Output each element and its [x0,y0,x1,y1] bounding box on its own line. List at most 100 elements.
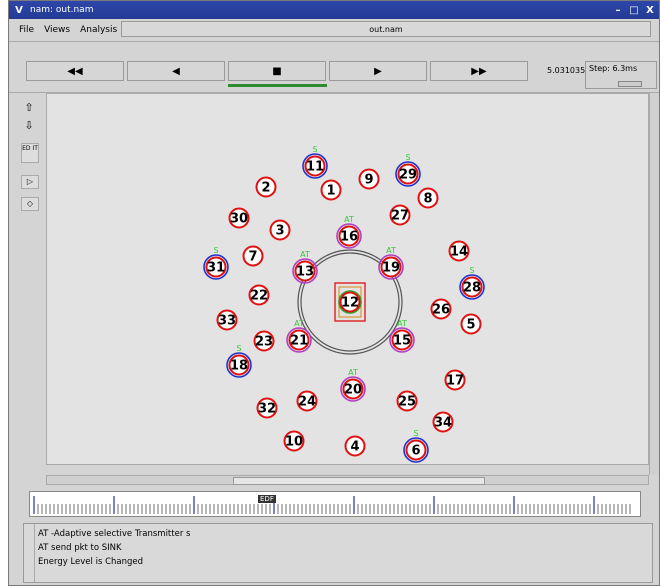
network-node[interactable]: 28 S [459,266,485,300]
network-node[interactable]: 10 [283,430,305,452]
menu-views[interactable]: Views [44,25,70,35]
node-tag-label: S [405,153,410,162]
network-node[interactable]: 9 [358,168,380,190]
network-node[interactable]: 18 S [226,344,252,378]
node-id-label: 11 [306,160,324,175]
node-id-label: 14 [450,245,468,260]
node-id-label: 13 [296,265,314,280]
file-name: out.nam [369,24,403,34]
node-id-label: 6 [411,444,420,459]
node-id-label: 8 [423,192,432,207]
node-id-label: 31 [207,261,225,276]
node-id-label: 15 [393,334,411,349]
step-back-button[interactable]: ◀ [127,61,225,81]
network-node[interactable]: 20 AT [340,368,366,402]
network-node[interactable]: 33 [216,309,238,331]
zoom-in-icon[interactable]: ⇧ [21,101,37,114]
network-node[interactable]: 23 [253,330,275,352]
node-tag-label: S [413,429,418,438]
network-node[interactable]: 5 [460,313,482,335]
network-node[interactable]: 24 [296,390,318,412]
network-node[interactable]: 22 [248,284,270,306]
node-tag-label: S [312,145,317,154]
time-slider[interactable]: EDF [29,491,641,517]
network-node[interactable]: 16 AT [336,215,362,249]
annotation-line: AT send pkt to SINK [38,543,122,553]
network-canvas[interactable]: 1 2 3 4 5 6 S 7 8 9 10 11 S 12 13 AT 14 15 AT 16 AT 17 18 S 19 AT… [46,93,649,465]
node-id-label: 29 [399,168,417,183]
stop-indicator [228,84,327,87]
zoom-out-icon[interactable]: ⇩ [21,119,37,132]
network-node[interactable]: 7 [242,245,264,267]
fast-forward-button[interactable]: ▶▶ [430,61,528,81]
scrollbar-thumb[interactable] [233,477,485,485]
node-tag-label: AT [300,250,310,259]
network-node[interactable]: 13 AT [292,250,318,284]
network-node[interactable]: 4 [344,435,366,457]
network-node[interactable]: 21 AT [286,319,312,353]
menu-analysis[interactable]: Analysis [80,25,117,35]
network-node[interactable]: 34 [432,411,454,433]
network-node[interactable]: 8 [417,187,439,209]
network-node[interactable]: 27 [389,204,411,226]
rewind-button[interactable]: ◀◀ [26,61,124,81]
network-node[interactable]: 31 S [203,246,229,280]
network-node[interactable]: 19 AT [378,246,404,280]
node-id-label: 30 [230,212,248,227]
step-slider[interactable] [618,81,642,87]
node-id-label: 22 [250,289,268,304]
file-name-display: out.nam [121,21,651,37]
node-id-label: 10 [285,435,303,450]
node-id-label: 28 [463,281,481,296]
simulation-time: 5.031035 [547,66,586,75]
network-node[interactable]: 12 [338,290,362,314]
network-node[interactable]: 17 [444,369,466,391]
node-id-label: 7 [248,250,257,265]
maximize-icon[interactable]: □ [627,3,641,17]
network-node[interactable]: 1 [320,179,342,201]
node-id-label: 23 [255,335,273,350]
timeline-marker: EDF [258,495,276,503]
stop-button[interactable]: ■ [228,61,326,81]
node-id-label: 34 [434,416,452,431]
network-node[interactable]: 25 [396,390,418,412]
network-node[interactable]: 29 S [395,153,421,187]
close-icon[interactable]: X [643,3,657,17]
network-node[interactable]: 14 [448,240,470,262]
node-id-label: 32 [258,402,276,417]
network-node[interactable]: 3 [269,219,291,241]
node-id-label: 21 [290,334,308,349]
window-menu-icon[interactable]: V [12,3,26,17]
network-node[interactable]: 2 [255,176,277,198]
node-id-label: 17 [446,374,464,389]
node-id-label: 18 [230,359,248,374]
network-node[interactable]: 26 [430,298,452,320]
vertical-scrollbar[interactable] [649,93,659,475]
tool-button-2[interactable]: ◇ [21,197,39,211]
node-id-label: 9 [364,173,373,188]
annotation-line: Energy Level is Changed [38,557,144,567]
node-tag-label: S [213,246,218,255]
edit-button[interactable]: ED IT [21,143,39,163]
menu-file[interactable]: File [19,25,34,35]
node-id-label: 5 [466,318,475,333]
annotation-scrollbar[interactable] [24,524,35,582]
network-topology: 123456S7891011S1213AT 1415AT16AT1718S19AT… [203,145,485,463]
node-id-label: 33 [218,314,236,329]
annotation-line: AT -Adaptive selective Transmitter s [38,529,191,539]
network-node[interactable]: 30 [228,207,250,229]
tool-button-1[interactable]: ▷ [21,175,39,189]
node-id-label: 12 [341,296,359,311]
nam-window: V nam: out.nam – □ X File Views Analysis… [8,0,660,586]
tool-panel: ⇧ ⇩ ED IT ▷ ◇ [9,93,45,483]
node-tag-label: AT [294,319,304,328]
minimize-icon[interactable]: – [611,3,625,17]
network-node[interactable]: 32 [256,397,278,419]
network-node[interactable]: 11 S [302,145,328,179]
horizontal-scrollbar[interactable] [46,475,649,485]
play-button[interactable]: ▶ [329,61,427,81]
annotation-panel: AT -Adaptive selective Transmitter s AT … [23,523,653,583]
node-id-label: 25 [398,395,416,410]
node-id-label: 26 [432,303,450,318]
network-node[interactable]: 6S [403,429,429,463]
